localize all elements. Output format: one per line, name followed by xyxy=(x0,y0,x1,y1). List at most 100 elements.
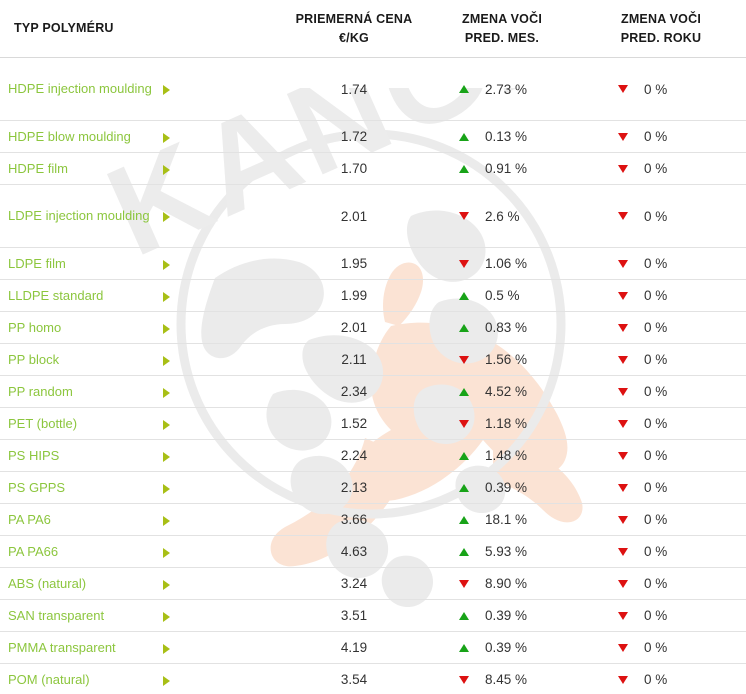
expand-row-cell[interactable] xyxy=(155,152,280,185)
expand-row-cell[interactable] xyxy=(155,57,280,121)
caret-right-icon[interactable] xyxy=(163,579,170,590)
year-change-cell-inner: 0 % xyxy=(618,448,704,464)
table-row[interactable]: HDPE injection moulding 1.74 2.73 % 0 % xyxy=(0,57,746,121)
table-row[interactable]: PS GPPS 2.13 0.39 % 0 % xyxy=(0,471,746,504)
month-change-cell-inner: 0.83 % xyxy=(459,320,545,335)
expand-row-cell[interactable] xyxy=(155,343,280,376)
polymer-name-cell[interactable]: PMMA transparent xyxy=(0,631,155,664)
polymer-name-cell[interactable]: PA PA6 xyxy=(0,503,155,536)
year-change-cell-value: 0 % xyxy=(644,129,668,145)
table-row[interactable]: HDPE blow moulding 1.72 0.13 % 0 % xyxy=(0,120,746,153)
expand-row-cell[interactable] xyxy=(155,599,280,632)
expand-row-cell[interactable] xyxy=(155,279,280,312)
caret-right-icon[interactable] xyxy=(163,451,170,462)
month-change-cell-value: 1.48 % xyxy=(485,448,528,464)
table-row[interactable]: PMMA transparent 4.19 0.39 % 0 % xyxy=(0,631,746,664)
table-row[interactable]: PA PA66 4.63 5.93 % 0 % xyxy=(0,535,746,568)
polymer-name-cell[interactable]: LLDPE standard xyxy=(0,279,155,312)
caret-right-icon[interactable] xyxy=(163,259,170,270)
caret-right-icon[interactable] xyxy=(163,419,170,430)
polymer-name-cell[interactable]: LDPE injection moulding xyxy=(0,184,155,248)
polymer-name-cell[interactable]: HDPE film xyxy=(0,152,155,185)
polymer-name-cell[interactable]: POM (natural) xyxy=(0,663,155,694)
polymer-name-label: SAN transparent xyxy=(8,607,105,623)
polymer-name-cell[interactable]: PP block xyxy=(0,343,155,376)
column-header-year-change[interactable]: ZMENA VOČI PRED. ROKU xyxy=(576,0,746,58)
average-price-cell: 1.72 xyxy=(280,120,428,153)
table-row[interactable]: PS HIPS 2.24 1.48 % 0 % xyxy=(0,439,746,472)
expand-row-cell[interactable] xyxy=(155,311,280,344)
table-row[interactable]: LDPE film 1.95 1.06 % 0 % xyxy=(0,247,746,280)
table-row[interactable]: PET (bottle) 1.52 1.18 % 0 % xyxy=(0,407,746,440)
table-row[interactable]: HDPE film 1.70 0.91 % 0 % xyxy=(0,152,746,185)
polymer-name-cell[interactable]: HDPE injection moulding xyxy=(0,57,155,121)
polymer-name-cell[interactable]: ABS (natural) xyxy=(0,567,155,600)
expand-row-cell[interactable] xyxy=(155,120,280,153)
polymer-name-cell[interactable]: PP random xyxy=(0,375,155,408)
year-change-cell-value: 0 % xyxy=(644,448,668,464)
caret-right-icon[interactable] xyxy=(163,611,170,622)
polymer-name-cell[interactable]: PS GPPS xyxy=(0,471,155,504)
caret-right-icon[interactable] xyxy=(163,515,170,526)
expand-row-cell[interactable] xyxy=(155,567,280,600)
caret-right-icon[interactable] xyxy=(163,323,170,334)
column-header-month-change[interactable]: ZMENA VOČI PRED. MES. xyxy=(428,0,576,58)
expand-row-cell[interactable] xyxy=(155,247,280,280)
polymer-name-cell[interactable]: PA PA66 xyxy=(0,535,155,568)
polymer-name-cell[interactable]: SAN transparent xyxy=(0,599,155,632)
table-row[interactable]: PP block 2.11 1.56 % 0 % xyxy=(0,343,746,376)
polymer-name-cell[interactable]: HDPE blow moulding xyxy=(0,120,155,153)
caret-right-icon[interactable] xyxy=(163,85,170,96)
table-row[interactable]: SAN transparent 3.51 0.39 % 0 % xyxy=(0,599,746,632)
caret-right-icon[interactable] xyxy=(163,387,170,398)
caret-right-icon[interactable] xyxy=(163,643,170,654)
column-header-price[interactable]: PRIEMERNÁ CENA €/KG xyxy=(280,0,428,58)
triangle-down-icon xyxy=(618,547,628,556)
expand-row-cell[interactable] xyxy=(155,663,280,694)
polymer-name-cell[interactable]: LDPE film xyxy=(0,247,155,280)
polymer-name-cell[interactable]: PET (bottle) xyxy=(0,407,155,440)
caret-right-icon[interactable] xyxy=(163,132,170,143)
polymer-name-label: LDPE film xyxy=(8,255,66,271)
expand-row-cell[interactable] xyxy=(155,407,280,440)
year-change-cell: 0 % xyxy=(576,279,746,312)
triangle-up-icon xyxy=(459,483,469,492)
expand-row-cell[interactable] xyxy=(155,503,280,536)
caret-right-icon[interactable] xyxy=(163,675,170,686)
polymer-name-label: PET (bottle) xyxy=(8,415,78,431)
caret-right-icon[interactable] xyxy=(163,483,170,494)
caret-right-icon[interactable] xyxy=(163,291,170,302)
caret-right-icon[interactable] xyxy=(163,164,170,175)
average-price-cell: 4.19 xyxy=(280,631,428,664)
column-header-year-line2: PRED. ROKU xyxy=(620,30,702,45)
table-row[interactable]: PA PA6 3.66 18.1 % 0 % xyxy=(0,503,746,536)
polymer-name-cell[interactable]: PS HIPS xyxy=(0,439,155,472)
expand-row-cell[interactable] xyxy=(155,375,280,408)
polymer-price-table-page: KANGAROO TYP POLYMÉRU PRIEMERNÁ CENA €/K… xyxy=(0,0,746,694)
polymer-name-cell[interactable]: PP homo xyxy=(0,311,155,344)
table-row[interactable]: PP homo 2.01 0.83 % 0 % xyxy=(0,311,746,344)
expand-row-cell[interactable] xyxy=(155,631,280,664)
column-header-month-line2: PRED. MES. xyxy=(464,30,540,45)
expand-row-cell[interactable] xyxy=(155,471,280,504)
month-change-cell-inner: 18.1 % xyxy=(459,512,545,527)
polymer-name-label: ABS (natural) xyxy=(8,575,87,591)
expand-row-cell[interactable] xyxy=(155,439,280,472)
year-change-cell-value: 0 % xyxy=(644,161,668,177)
year-change-cell: 0 % xyxy=(576,247,746,280)
polymer-name-label: LDPE injection moulding xyxy=(8,208,150,223)
year-change-cell: 0 % xyxy=(576,57,746,121)
expand-row-cell[interactable] xyxy=(155,535,280,568)
table-row[interactable]: POM (natural) 3.54 8.45 % 0 % xyxy=(0,663,746,694)
caret-right-icon[interactable] xyxy=(163,212,170,223)
table-row[interactable]: ABS (natural) 3.24 8.90 % 0 % xyxy=(0,567,746,600)
table-row[interactable]: LDPE injection moulding 2.01 2.6 % 0 % xyxy=(0,184,746,248)
year-change-cell-value: 0 % xyxy=(644,256,668,272)
column-header-type[interactable]: TYP POLYMÉRU xyxy=(0,0,280,58)
month-change-cell-inner: 1.48 % xyxy=(459,448,545,464)
table-row[interactable]: LLDPE standard 1.99 0.5 % 0 % xyxy=(0,279,746,312)
caret-right-icon[interactable] xyxy=(163,547,170,558)
expand-row-cell[interactable] xyxy=(155,184,280,248)
table-row[interactable]: PP random 2.34 4.52 % 0 % xyxy=(0,375,746,408)
caret-right-icon[interactable] xyxy=(163,355,170,366)
